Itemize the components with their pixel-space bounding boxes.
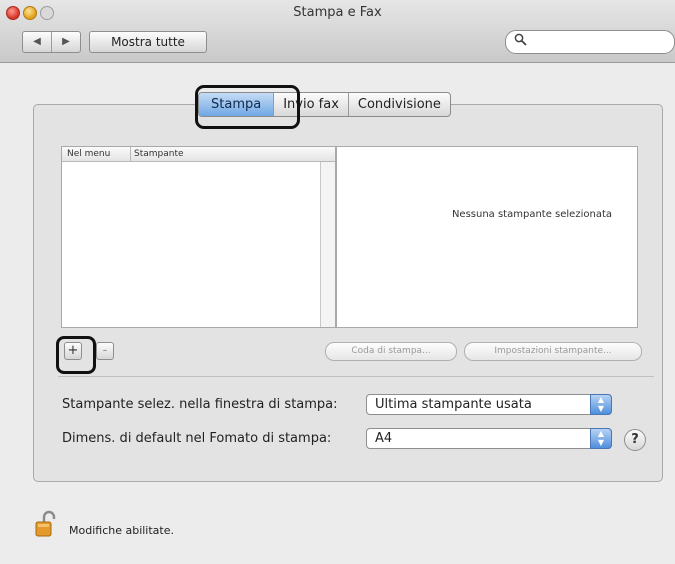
paper-size-popup[interactable]: A4 ▲ ▼ (366, 428, 612, 449)
lock-status-text: Modifiche abilitate. (69, 524, 174, 537)
back-forward-control: ◀ ▶ (22, 31, 81, 53)
popup-arrows-icon: ▲ ▼ (590, 428, 612, 449)
column-header-in-menu[interactable]: Nel menu (67, 147, 110, 161)
window-title: Stampa e Fax (293, 5, 382, 20)
print-queue-button[interactable]: Coda di stampa... (325, 342, 457, 361)
selected-printer-popup[interactable]: Ultima stampante usata ▲ ▼ (366, 394, 612, 415)
printer-list-scrollbar[interactable] (320, 162, 335, 327)
no-printer-selected-text: Nessuna stampante selezionata (451, 209, 612, 220)
selected-printer-value: Ultima stampante usata (375, 397, 532, 412)
column-header-printer[interactable]: Stampante (134, 147, 184, 161)
popup-arrows-icon: ▲ ▼ (590, 394, 612, 415)
help-button[interactable]: ? (624, 429, 646, 451)
highlight-outline-tab (195, 85, 300, 129)
printer-list-header: Nel menu Stampante (62, 147, 335, 162)
magnifier-icon (514, 33, 527, 50)
printer-setup-button[interactable]: Impostazioni stampante... (464, 342, 642, 361)
paper-size-value: A4 (375, 431, 393, 446)
title-bar: Stampa e Fax ◀ ▶ Mostra tutte (0, 0, 675, 63)
paper-size-label: Dimens. di default nel Fomato di stampa: (62, 431, 332, 446)
tab-condivisione[interactable]: Condivisione (347, 93, 450, 116)
show-all-button[interactable]: Mostra tutte (89, 31, 207, 53)
search-field[interactable] (505, 30, 675, 54)
unlocked-padlock-icon[interactable] (35, 510, 57, 538)
divider (58, 376, 654, 377)
printer-list[interactable]: Nel menu Stampante (61, 146, 336, 328)
printer-detail-panel: Nessuna stampante selezionata (336, 146, 638, 328)
remove-printer-button[interactable]: - (96, 342, 114, 360)
highlight-outline-add (56, 336, 96, 374)
forward-arrow-icon[interactable]: ▶ (51, 32, 80, 52)
preferences-window: Stampa e Fax ◀ ▶ Mostra tutte Stampa Inv… (0, 0, 675, 564)
column-divider (130, 147, 131, 161)
back-arrow-icon[interactable]: ◀ (23, 32, 51, 52)
selected-printer-label: Stampante selez. nella finestra di stamp… (62, 397, 338, 412)
